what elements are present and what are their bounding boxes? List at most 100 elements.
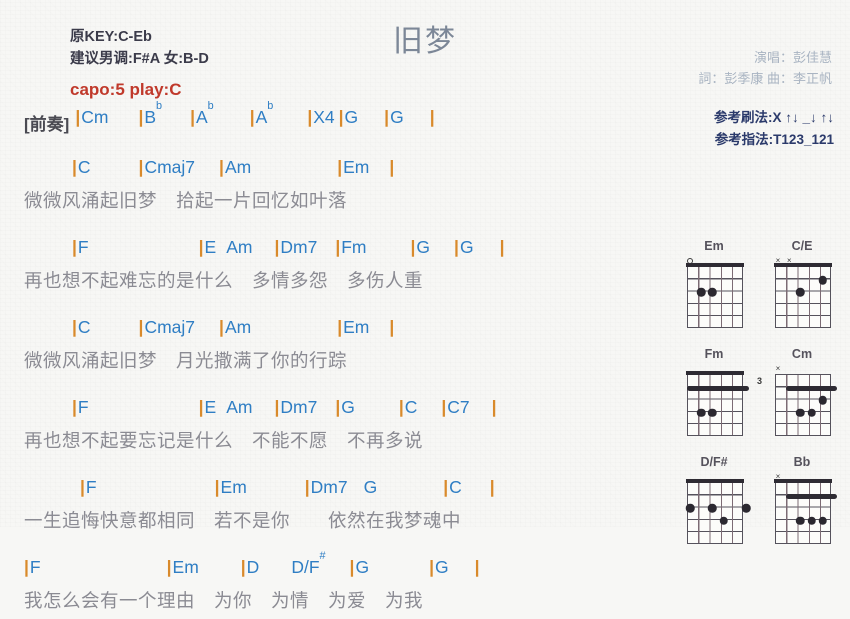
finger-dot — [818, 516, 828, 525]
muted-string-icon: × — [775, 364, 781, 373]
bar-separator: | — [474, 557, 480, 577]
finger-dot — [796, 408, 805, 417]
lyric-row: 微微风涌起旧梦 拾起一片回忆如叶落 — [24, 190, 348, 211]
credits: 演唱：彭佳慧 詞：彭季康 曲：李正帆 — [698, 48, 832, 90]
finger-dot — [708, 288, 717, 297]
chord-token: |Fm — [335, 237, 366, 258]
chord-diagram-canvas — [677, 258, 751, 332]
chord-name: C — [77, 317, 91, 337]
chord-name: G — [355, 557, 370, 577]
nut — [686, 263, 744, 267]
chord-diagram: Em — [670, 238, 758, 332]
chord-token: |C — [399, 397, 418, 418]
bar-separator: | — [491, 397, 497, 417]
bar-separator: | — [410, 237, 416, 257]
finger-dot — [807, 516, 816, 525]
chord-token: |F — [72, 397, 89, 418]
verse-block: |F |Em |Dm7 G |C | 一生追悔快意都相同 若不是你 依然在我梦魂中 — [0, 477, 672, 539]
chord-name: Am — [224, 317, 252, 337]
chord-token: |G — [454, 237, 474, 258]
play-notes: 参考刷法:X ↑↓ _↓ ↑↓ 参考指法:T123_121 — [714, 107, 834, 150]
chord-diagram: D/F# — [670, 454, 758, 548]
nut — [686, 479, 744, 483]
chord-token: |F — [72, 237, 89, 258]
capo-line: capo:5 play:C — [70, 79, 182, 99]
bar-separator: | — [198, 397, 204, 417]
chord-row: |F |E Am |Dm7 |G |C |C7 | — [0, 397, 672, 427]
bar-separator: | — [198, 237, 204, 257]
chord-token: |Cmaj7 — [139, 157, 195, 178]
bar-separator: | — [138, 317, 144, 337]
chord-row: |F |E Am |Dm7 |Fm |G |G | — [0, 237, 672, 267]
finger-dot — [696, 288, 706, 297]
chord-row: |F |Em |D D/F#|G |G | — [0, 550, 672, 587]
chord-token: |G — [411, 237, 431, 258]
bar-separator: | — [304, 477, 310, 497]
lyric-row: 再也想不起难忘的是什么 多情多怨 多伤人重 — [24, 270, 424, 291]
bar-separator: | — [384, 107, 390, 127]
chord-token: |D — [241, 557, 260, 578]
chord-token: |E — [199, 237, 217, 258]
bar-separator: | — [138, 157, 144, 177]
verse-block: |F |E Am |Dm7 |Fm |G |G | 再也想不起难忘的是什么 多情多怨 多伤人重 — [0, 237, 672, 299]
chord-diagram-name: Fm — [704, 347, 724, 361]
finger-dot — [708, 408, 717, 417]
lyric-row: 微微风涌起旧梦 月光撒满了你的行踪 — [24, 350, 348, 371]
chord-name: F — [85, 477, 97, 497]
chord-diagram-canvas: × × — [765, 257, 839, 332]
chord-token: |Cmaj7 — [139, 317, 195, 338]
chord-token: |F — [80, 477, 97, 498]
chord-name: Dm7 — [310, 477, 348, 497]
chord-name: D — [246, 557, 260, 577]
finger-dot — [818, 396, 828, 405]
chord-diagram-panel: Em C/E × × Fm Cm × 3 D/F# Bb × — [670, 238, 846, 548]
chord-token: | — [490, 477, 496, 498]
chord-token: |G — [350, 557, 370, 578]
bar-separator: | — [72, 157, 77, 177]
chord-token: |C — [72, 157, 91, 178]
chord-name: E — [204, 237, 217, 257]
chord-token: |Am — [219, 157, 251, 178]
chord-accidental: b — [267, 100, 274, 113]
nut — [774, 263, 832, 267]
bar-separator: | — [337, 157, 343, 177]
intro-row: [前奏] |Cm |Bb|Ab|Ab|X4 |G |G | — [0, 100, 672, 139]
chord-token: |Em — [337, 317, 369, 338]
fretboard — [687, 266, 743, 328]
chord-row: |C |Cmaj7 |Am |Em | — [0, 157, 672, 187]
finger-dot — [708, 504, 717, 513]
verse-block: |C |Cmaj7 |Am |Em | 微微风涌起旧梦 拾起一片回忆如叶落 — [0, 157, 672, 219]
verse-block: |F |E Am |Dm7 |G |C |C7 | 再也想不起要忘记是什么 不能不愿 不再多说 — [0, 397, 672, 459]
chord-name: E — [204, 397, 217, 417]
chord-name: G — [459, 237, 474, 257]
chord-diagram-canvas: × — [765, 473, 839, 548]
bar-separator: | — [72, 397, 77, 417]
chord-token: |G — [335, 397, 355, 418]
bar-separator: | — [219, 157, 224, 177]
chord-token: Am — [226, 397, 252, 418]
chord-name: D/F — [291, 557, 320, 577]
chord-sheet: 原KEY:C-Eb 建议男调:F#A 女:B-D capo:5 play:C 旧… — [0, 0, 850, 611]
bar-separator: | — [138, 107, 144, 127]
bar-separator: | — [499, 237, 505, 257]
fingering-pattern: 参考指法:T123_121 — [714, 131, 834, 147]
verse-block: |C |Cmaj7 |Am |Em | 微微风涌起旧梦 月光撒满了你的行踪 — [0, 317, 672, 379]
chord-token: |Dm7 — [274, 237, 317, 258]
chord-token: |G — [339, 107, 359, 128]
chord-token: |Ab — [250, 100, 274, 128]
chord-diagram: Fm — [670, 346, 758, 440]
chord-token: |Dm7 — [305, 477, 348, 498]
chord-name: Cmaj7 — [144, 157, 196, 177]
chord-token: |G — [384, 107, 404, 128]
bar-separator: | — [398, 397, 404, 417]
chord-name: Am — [224, 157, 252, 177]
lyric-row: 一生追悔快意都相同 若不是你 依然在我梦魂中 — [24, 510, 462, 531]
bar-separator: | — [454, 237, 459, 257]
chord-name: Em — [343, 157, 370, 177]
intro-chord-row: |Cm |Bb|Ab|Ab|X4 |G |G | — [75, 100, 435, 137]
chord-token: |G — [429, 557, 449, 578]
credit-writers: 詞：彭季康 曲：李正帆 — [698, 70, 832, 86]
chord-name: X4 — [313, 107, 335, 127]
lyric-row: 我怎么会有一个理由 为你 为情 为爱 为我 — [24, 590, 424, 611]
chord-token: |Em — [337, 157, 369, 178]
